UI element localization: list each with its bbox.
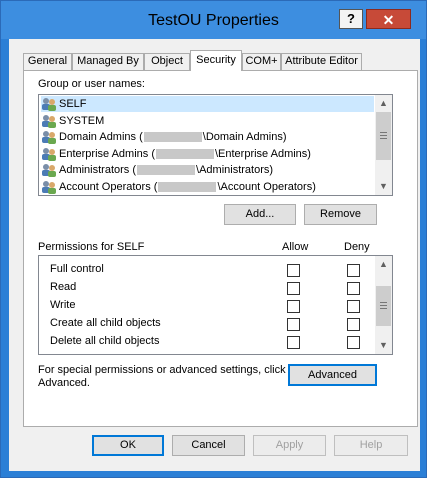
- principal-name: SYSTEM: [59, 114, 105, 127]
- user-group-icon: [41, 147, 57, 161]
- user-group-icon: [41, 114, 57, 128]
- principal-row[interactable]: SYSTEM: [41, 113, 374, 129]
- tab-object[interactable]: Object: [144, 53, 190, 70]
- principal-name: Enterprise Admins (: [59, 147, 155, 160]
- principals-scrollbar[interactable]: ▲ ▼: [375, 95, 392, 195]
- principal-row[interactable]: Administrators ( \Administrators): [41, 162, 374, 178]
- permissions-scrollbar[interactable]: ▲ ▼: [375, 256, 392, 354]
- remove-button[interactable]: Remove: [304, 204, 377, 225]
- allow-checkbox[interactable]: [287, 318, 300, 331]
- apply-button[interactable]: Apply: [253, 435, 326, 456]
- scroll-thumb[interactable]: [376, 286, 391, 326]
- allow-checkbox[interactable]: [287, 336, 300, 349]
- redacted-domain: [137, 165, 196, 176]
- allow-checkbox[interactable]: [287, 264, 300, 277]
- principal-row[interactable]: Enterprise Admins ( \Enterprise Admins): [41, 146, 374, 162]
- help-button[interactable]: ?: [339, 9, 363, 29]
- principal-row[interactable]: Domain Admins ( \Domain Admins): [41, 129, 374, 145]
- dialog-client: General Managed By Object Security COM+ …: [9, 39, 420, 471]
- permissions-for-label: Permissions for SELF: [38, 241, 145, 253]
- principal-domain-suffix: \Domain Admins): [202, 131, 287, 143]
- permission-name: Write: [50, 299, 76, 311]
- principals-list[interactable]: SELF SYSTEM Domain Admins ( \Domain Admins)…: [38, 94, 393, 196]
- user-group-icon: [41, 130, 57, 145]
- cancel-button[interactable]: Cancel: [172, 435, 245, 456]
- ok-button[interactable]: OK: [92, 435, 164, 456]
- tab-managed-by[interactable]: Managed By: [72, 53, 144, 70]
- permissions-list: Full control Read Write Create all child ob…: [38, 255, 393, 355]
- scroll-up-icon[interactable]: ▲: [375, 95, 392, 112]
- principal-row[interactable]: Account Operators ( \Account Operators): [41, 179, 374, 195]
- principal-domain-suffix: \Enterprise Admins): [214, 147, 311, 160]
- tab-general[interactable]: General: [23, 53, 72, 70]
- permission-name: Full control: [50, 263, 104, 275]
- add-button[interactable]: Add...: [224, 204, 296, 225]
- group-names-label: Group or user names:: [38, 78, 145, 90]
- principal-name: SELF: [59, 98, 87, 110]
- deny-checkbox[interactable]: [347, 264, 360, 277]
- user-group-icon: [41, 97, 57, 112]
- principal-name: Administrators (: [59, 164, 137, 176]
- scroll-down-icon[interactable]: ▼: [375, 337, 392, 354]
- principal-domain-suffix: \Account Operators): [217, 180, 316, 193]
- deny-checkbox[interactable]: [347, 300, 360, 313]
- deny-header: Deny: [344, 241, 370, 253]
- permission-name: Delete all child objects: [50, 335, 160, 347]
- principal-name: Account Operators (: [59, 180, 158, 193]
- help-footer-button[interactable]: Help: [334, 435, 408, 456]
- principal-name: Domain Admins (: [59, 131, 143, 143]
- redacted-domain: [155, 148, 214, 159]
- special-permissions-text: For special permissions or advanced sett…: [38, 364, 286, 376]
- deny-checkbox[interactable]: [347, 336, 360, 349]
- deny-checkbox[interactable]: [347, 318, 360, 331]
- advanced-button[interactable]: Advanced: [288, 364, 377, 386]
- permission-name: Create all child objects: [50, 317, 161, 329]
- close-button[interactable]: ✕: [366, 9, 411, 29]
- properties-window: TestOU Properties ? ✕ General Managed By…: [0, 0, 427, 478]
- special-permissions-text-2: Advanced.: [38, 377, 90, 389]
- allow-checkbox[interactable]: [287, 282, 300, 295]
- principal-row[interactable]: SELF: [41, 96, 374, 112]
- redacted-domain: [158, 181, 217, 192]
- principal-domain-suffix: \Administrators): [196, 164, 274, 176]
- allow-checkbox[interactable]: [287, 300, 300, 313]
- allow-header: Allow: [282, 241, 309, 253]
- deny-checkbox[interactable]: [347, 282, 360, 295]
- redacted-domain: [143, 132, 202, 143]
- scroll-up-icon[interactable]: ▲: [375, 256, 392, 273]
- user-group-icon: [41, 163, 57, 178]
- title-bar[interactable]: TestOU Properties ? ✕: [1, 1, 426, 39]
- scroll-down-icon[interactable]: ▼: [375, 178, 392, 195]
- tab-com-plus[interactable]: COM+: [242, 53, 281, 70]
- user-group-icon: [41, 180, 57, 194]
- permission-name: Read: [50, 281, 77, 293]
- security-tab-page: Group or user names: SELF SYSTEM Domain Ad…: [23, 70, 418, 427]
- scroll-thumb[interactable]: [376, 112, 391, 160]
- tab-security[interactable]: Security: [190, 50, 242, 71]
- tab-attribute-editor[interactable]: Attribute Editor: [281, 53, 362, 70]
